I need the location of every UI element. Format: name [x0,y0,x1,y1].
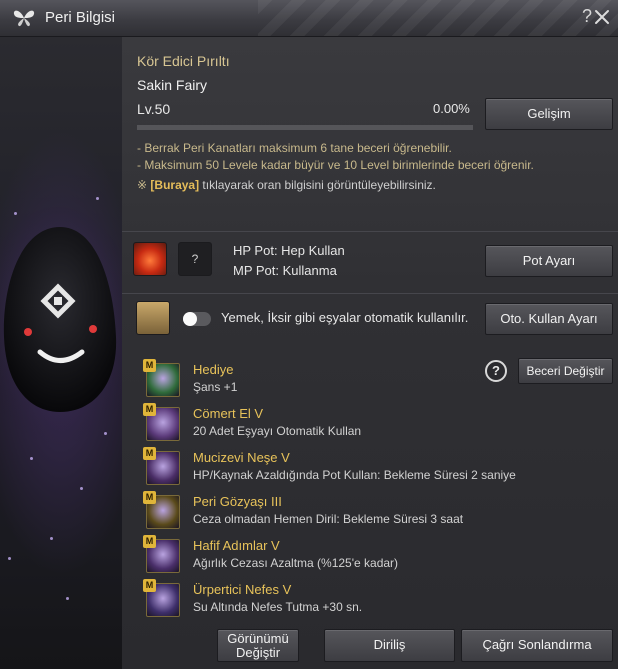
end-summon-button[interactable]: Çağrı Sonlandırma [461,629,613,662]
change-appearance-label-line1: Görünümü [227,631,289,646]
sparkle [80,487,83,490]
skill-description: Ceza olmadan Hemen Diril: Bekleme Süresi… [193,512,464,526]
rate-info-text: tıklayarak oran bilgisini görüntüleyebil… [199,178,436,192]
fairy-creature-illustration [0,207,122,447]
auto-use-description: Yemek, İksir gibi eşyalar otomatik kulla… [221,310,469,325]
skill-description: Şans +1 [193,380,238,394]
skill-description: HP/Kaynak Azaldığında Pot Kullan: Beklem… [193,468,516,482]
auto-use-row: Yemek, İksir gibi eşyalar otomatik kulla… [122,295,618,347]
skill-description: 20 Adet Eşyayı Otomatik Kullan [193,424,362,438]
skill-description: Su Altında Nefes Tutma +30 sn. [193,600,363,614]
toggle-knob [183,312,197,326]
skill-mastery-badge: M [143,403,156,416]
potion-bottle-icon[interactable]: M [143,447,180,485]
info-line-max-level: - Maksimum 50 Levele kadar büyür ve 10 L… [137,158,534,172]
skill-name: Hediye [193,362,234,377]
breath-bubble-icon[interactable]: M [143,579,180,617]
info-line-max-skills: - Berrak Peri Kanatları maksimum 6 tane … [137,141,452,155]
develop-button[interactable]: Gelişim [485,98,613,130]
title-bar-pattern [258,0,618,36]
skill-mastery-badge: M [143,535,156,548]
rate-info-note: ※ [Buraya] tıklayarak oran bilgisini gör… [137,178,436,192]
change-appearance-button[interactable]: Görünümü Değiştir [217,629,299,662]
skill-description: Ağırlık Cezası Azaltma (%125'e kadar) [193,556,399,570]
sparkle [8,557,11,560]
hp-potion-icon[interactable] [133,242,167,276]
sparkle [14,212,17,215]
fairy-info-panel: Kör Edici Pırıltı Sakin Fairy Lv.50 0.00… [122,37,618,669]
fairy-level: Lv.50 [137,101,171,117]
feather-bottle-icon[interactable]: M [143,535,180,573]
skill-row: M Peri Gözyaşı III Ceza olmadan Hemen Diri… [122,491,618,535]
skill-row: M Ürpertici Nefes V Su Altında Nefes Tutma… [122,579,618,623]
sparkle [66,597,69,600]
clover-icon[interactable]: M [143,359,180,397]
potion-settings-row: ? HP Pot: Hep Kullan MP Pot: Kullanma Po… [122,231,618,294]
level-progress-text: 0.00% [433,101,470,116]
skill-mastery-badge: M [143,447,156,460]
help-icon[interactable]: ? [582,6,592,27]
close-icon[interactable] [593,8,611,26]
fairy-wing-icon[interactable]: M [143,403,180,441]
fairy-summary: Kör Edici Pırıltı Sakin Fairy Lv.50 0.00… [122,37,618,230]
skill-mastery-badge: M [143,491,156,504]
fairy-name: Kör Edici Pırıltı [137,53,230,69]
auto-use-settings-button[interactable]: Oto. Kullan Ayarı [485,303,613,335]
food-elixir-icon [136,301,170,335]
skill-row: M Mucizevi Neşe V HP/Kaynak Azaldığında Po… [122,447,618,491]
hp-potion-setting: HP Pot: Hep Kullan [233,243,345,258]
change-appearance-label-line2: Değiştir [235,645,281,660]
potion-settings-button[interactable]: Pot Ayarı [485,245,613,277]
note-mark: ※ [137,178,148,192]
skill-name: Ürpertici Nefes V [193,582,292,597]
sparkle [50,537,53,540]
mp-potion-empty-slot[interactable]: ? [178,242,212,276]
skill-row: M Cömert El V 20 Adet Eşyayı Otomatik Kull… [122,403,618,447]
sparkle [104,432,107,435]
skill-row: M Hafif Adımlar V Ağırlık Cezası Azaltma (… [122,535,618,579]
fairy-portrait [0,37,122,669]
chalice-icon[interactable]: M [143,491,180,529]
sparkle [96,197,99,200]
change-skill-button[interactable]: Beceri Değiştir [518,358,613,384]
skill-name: Mucizevi Neşe V [193,450,290,465]
mp-potion-setting: MP Pot: Kullanma [233,263,337,278]
skill-mastery-badge: M [143,359,156,372]
window-title: Peri Bilgisi [45,9,116,26]
skill-name: Hafif Adımlar V [193,538,280,553]
skill-name: Peri Gözyaşı III [193,494,282,509]
fairy-type: Sakin Fairy [137,77,208,93]
sparkle [30,457,33,460]
skill-name: Cömert El V [193,406,264,421]
level-progress-bar [137,125,473,130]
title-bar: Peri Bilgisi ? [0,0,618,37]
skill-mastery-badge: M [143,579,156,592]
skill-help-icon[interactable]: ? [485,360,507,382]
butterfly-logo-icon [13,10,35,27]
rate-info-link[interactable]: [Buraya] [150,178,199,192]
revive-button[interactable]: Diriliş [324,629,455,662]
auto-use-toggle[interactable] [183,312,211,326]
